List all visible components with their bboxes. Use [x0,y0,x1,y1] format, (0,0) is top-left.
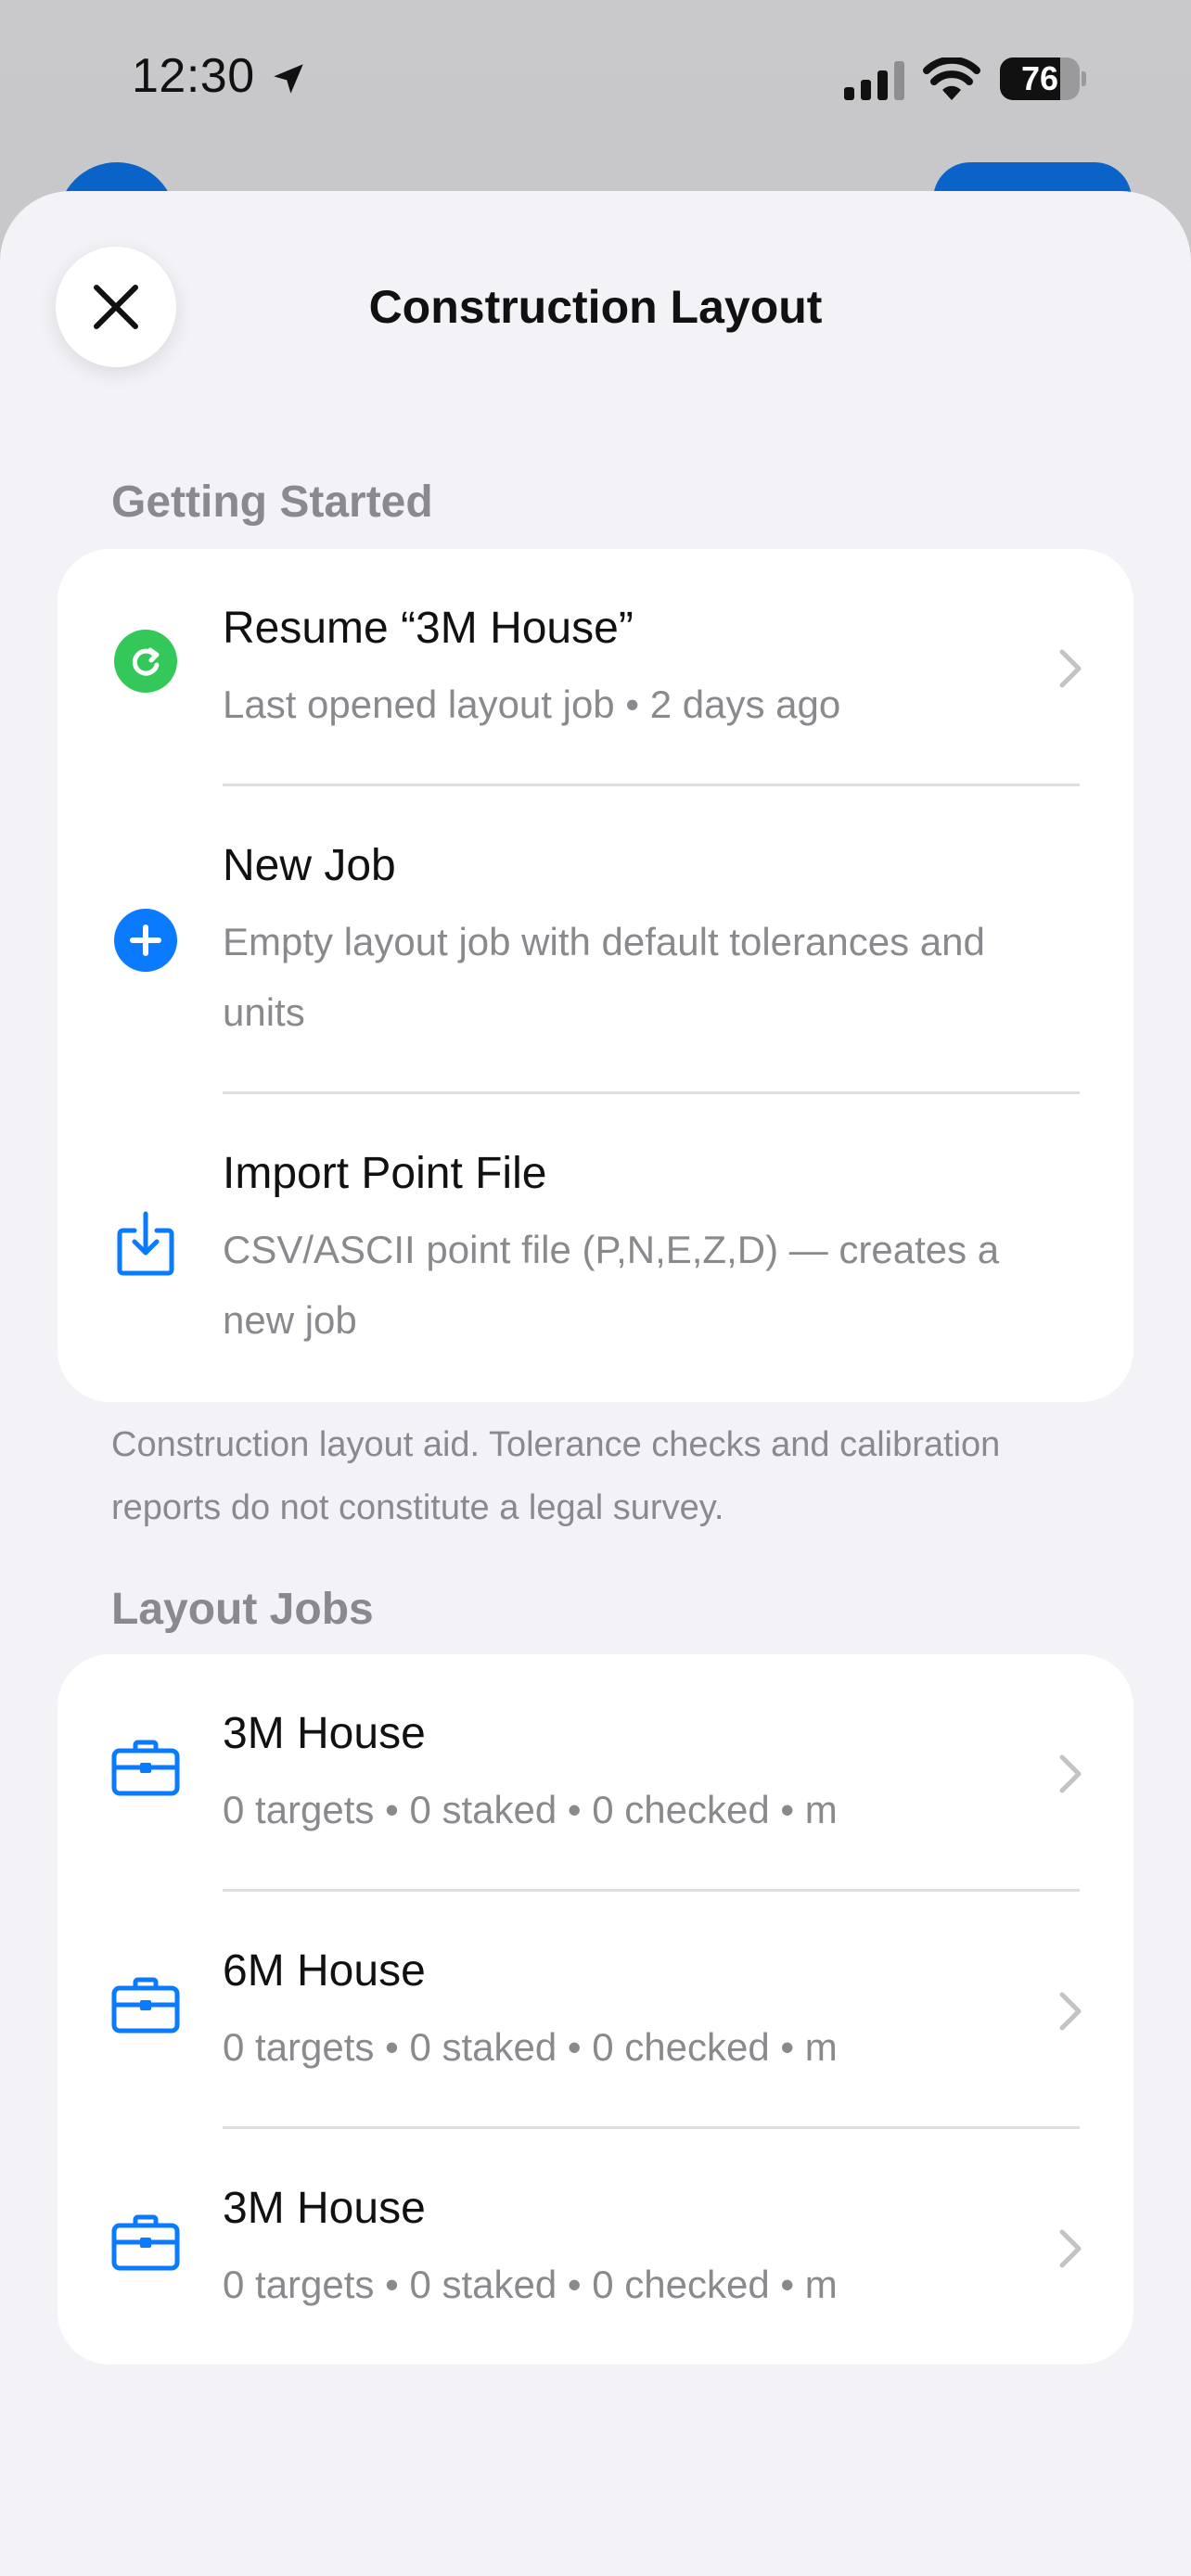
row-subtitle: 0 targets • 0 staked • 0 checked • m [223,2025,838,2069]
location-arrow-icon [274,64,303,94]
row-title: New Job [223,841,396,890]
import-point-file-row[interactable]: Import Point File CSV/ASCII point file (… [58,1094,1133,1402]
briefcase-icon [111,1734,180,1803]
row-title: Resume “3M House” [223,604,634,653]
status-bar: 12:30 76 [0,0,1191,162]
row-subtitle: 0 targets • 0 staked • 0 checked • m [223,2263,838,2306]
chevron-right-icon [1059,649,1082,688]
wifi-icon [923,57,980,100]
layout-job-row[interactable]: 3M House 0 targets • 0 staked • 0 checke… [58,2129,1133,2365]
arrow-clockwise-circle-icon [111,627,180,695]
getting-started-card: Resume “3M House” Last opened layout job… [58,549,1133,1402]
disclaimer-footnote: Construction layout aid. Tolerance check… [111,1425,1001,1527]
layout-job-row[interactable]: 6M House 0 targets • 0 staked • 0 checke… [58,1892,1133,2129]
row-title: Import Point File [223,1149,547,1198]
sheet-title: Construction Layout [368,281,823,333]
getting-started-header: Getting Started [111,478,433,527]
battery-level: 76 [1020,59,1059,97]
plus-circle-icon [111,906,180,975]
row-subtitle: CSV/ASCII point file (P,N,E,Z,D) — creat… [223,1228,1000,1342]
tray-download-icon [111,1209,180,1278]
cellular-signal-icon [844,61,904,100]
layout-jobs-card: 3M House 0 targets • 0 staked • 0 checke… [58,1654,1133,2365]
row-title: 3M House [223,2184,426,2233]
row-subtitle: Empty layout job with default tolerances… [223,920,985,1034]
briefcase-icon [111,1971,180,2040]
sheet: Construction Layout Getting Started Resu… [0,191,1191,2576]
chevron-right-icon [1059,1992,1082,2031]
screen: 12:30 76 Construction Layout Getting Sta… [0,0,1191,2576]
row-subtitle: 0 targets • 0 staked • 0 checked • m [223,1788,838,1831]
layout-jobs-header: Layout Jobs [111,1585,374,1634]
row-subtitle: Last opened layout job • 2 days ago [223,682,841,726]
resume-job-row[interactable]: Resume “3M House” Last opened layout job… [58,549,1133,786]
new-job-row[interactable]: New Job Empty layout job with default to… [58,786,1133,1094]
layout-job-row[interactable]: 3M House 0 targets • 0 staked • 0 checke… [58,1654,1133,1892]
chevron-right-icon [1059,2229,1082,2268]
briefcase-icon [111,2209,180,2277]
battery-indicator: 76 [1000,57,1086,100]
row-title: 6M House [223,1946,426,1996]
chevron-right-icon [1059,1754,1082,1793]
row-title: 3M House [223,1709,426,1758]
status-time: 12:30 [132,49,255,103]
